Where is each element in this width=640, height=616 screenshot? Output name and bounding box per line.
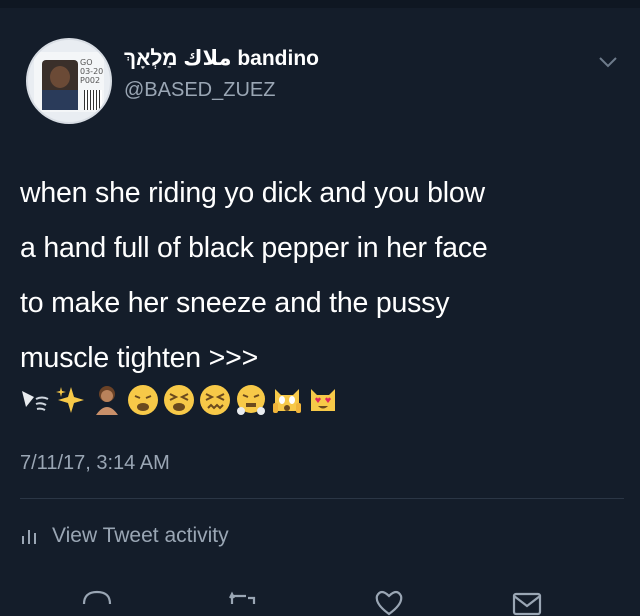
direct-message-icon[interactable] [510,588,544,616]
tweet-actions-bar [0,588,640,616]
chevron-down-icon[interactable] [597,54,619,70]
weary-face-icon [128,385,158,415]
scream-cat-icon [273,389,301,413]
tweet-text-line: when she riding yo dick and you blow [20,177,485,209]
tweet-timestamp: 7/11/17, 3:14 AM [20,452,170,474]
heart-eyes-cat-icon [311,389,335,411]
tweet-text-line: a hand full of black pepper in her face [20,232,488,264]
divider [20,498,624,499]
tired-face-icon [164,385,194,415]
tweet-text-line: muscle tighten >>> [20,342,259,374]
retweet-icon[interactable] [226,588,260,616]
sparkles-icon [56,387,84,413]
avatar-card-text: GO 03-20 P002 [80,58,104,85]
sneeze-wind-icon [22,391,49,411]
display-name[interactable]: ملاك מַלְאָךְ bandino [124,46,319,71]
tweet-text-line: to make her sneeze and the pussy [20,287,450,319]
heart-icon[interactable] [372,588,406,616]
avatar-shirt [42,90,78,110]
view-tweet-activity-label: View Tweet activity [52,524,229,547]
emoji-row [18,380,340,420]
reply-icon[interactable] [80,588,114,616]
tweet-text: when she riding yo dick and you blow a h… [20,166,624,386]
bar-chart-icon [22,530,36,544]
person-icon [96,386,118,415]
tweet-card: GO 03-20 P002 ملاك מַלְאָךְ bandino @BAS… [0,8,640,616]
steam-face-icon [237,385,265,415]
user-handle[interactable]: @BASED_ZUEZ [124,79,275,102]
top-edge [0,0,640,8]
avatar[interactable]: GO 03-20 P002 [26,38,112,124]
avatar-face [50,66,70,88]
confounded-face-icon [200,385,230,415]
view-tweet-activity-link[interactable]: View Tweet activity [20,524,229,548]
avatar-barcode [84,90,102,110]
